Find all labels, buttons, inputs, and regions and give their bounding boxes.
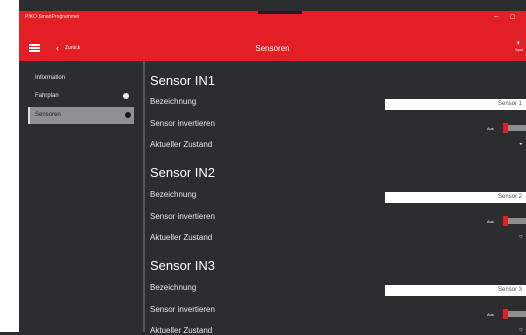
sensor-settings-panel: Sensor IN1 Bezeichnung Sensor 1 Sensor i… bbox=[145, 61, 526, 335]
sidebar-item-label: Sensoren bbox=[35, 112, 61, 118]
section-title: Sensor IN2 bbox=[150, 165, 216, 180]
save-button[interactable]: ◐ Spei bbox=[512, 38, 526, 53]
status-dot-icon bbox=[123, 93, 129, 99]
status-dot-icon bbox=[125, 112, 131, 118]
sidebar-item-information[interactable]: Information bbox=[28, 70, 132, 87]
state-indicator-icon: ◒ bbox=[519, 141, 523, 147]
state-label: Aktueller Zustand bbox=[150, 140, 213, 149]
sidebar-item-sensoren[interactable]: Sensoren bbox=[28, 107, 134, 124]
invert-toggle[interactable] bbox=[503, 216, 526, 226]
sidebar: Information Fahrplan Sensoren bbox=[19, 61, 144, 332]
toggle-state-label: Aus bbox=[487, 126, 494, 131]
invert-toggle[interactable] bbox=[503, 309, 526, 319]
sensor-name-input[interactable]: Sensor 3 bbox=[385, 285, 526, 296]
app-window: PIKO SmartProgrammer – ☐ ‹ Zurück Sensor… bbox=[19, 11, 526, 335]
toggle-knob bbox=[503, 309, 508, 319]
section-title: Sensor IN3 bbox=[150, 258, 216, 273]
state-indicator-icon: ○ bbox=[519, 234, 523, 240]
invert-label: Sensor invertieren bbox=[150, 212, 215, 221]
invert-label: Sensor invertieren bbox=[150, 305, 215, 314]
app-header: ‹ Zurück Sensoren ◐ Spei bbox=[19, 25, 526, 61]
page-title: Sensoren bbox=[255, 44, 290, 53]
toggle-knob bbox=[503, 216, 508, 226]
state-indicator-icon: ○ bbox=[519, 327, 523, 333]
name-label: Bezeichnung bbox=[150, 190, 197, 199]
sensor-name-value: Sensor 3 bbox=[497, 287, 522, 293]
toggle-state-label: Aus bbox=[487, 312, 494, 317]
sensor-name-input[interactable]: Sensor 2 bbox=[385, 192, 526, 203]
save-label: Spei bbox=[514, 47, 523, 52]
sensor-name-value: Sensor 2 bbox=[497, 194, 522, 200]
sensor-name-input[interactable]: Sensor 1 bbox=[385, 99, 526, 110]
window-title: PIKO SmartProgrammer bbox=[25, 14, 80, 20]
name-label: Bezeichnung bbox=[150, 97, 197, 106]
toggle-state-label: Aus bbox=[487, 219, 494, 224]
window-drag-handle[interactable] bbox=[258, 11, 302, 14]
name-label: Bezeichnung bbox=[150, 283, 197, 292]
sidebar-item-label: Fahrplan bbox=[35, 93, 59, 99]
desktop-background bbox=[0, 0, 19, 332]
sidebar-item-fahrplan[interactable]: Fahrplan bbox=[28, 88, 132, 105]
toggle-knob bbox=[503, 123, 508, 133]
sensor-name-value: Sensor 1 bbox=[497, 101, 522, 107]
invert-label: Sensor invertieren bbox=[150, 119, 215, 128]
sidebar-item-label: Information bbox=[35, 75, 66, 81]
invert-toggle[interactable] bbox=[503, 123, 526, 133]
save-icon: ◐ bbox=[516, 38, 522, 47]
maximize-button[interactable]: ☐ bbox=[510, 14, 515, 21]
state-label: Aktueller Zustand bbox=[150, 326, 213, 335]
state-label: Aktueller Zustand bbox=[150, 233, 213, 242]
minimize-button[interactable]: – bbox=[494, 12, 498, 21]
section-title: Sensor IN1 bbox=[150, 73, 216, 88]
